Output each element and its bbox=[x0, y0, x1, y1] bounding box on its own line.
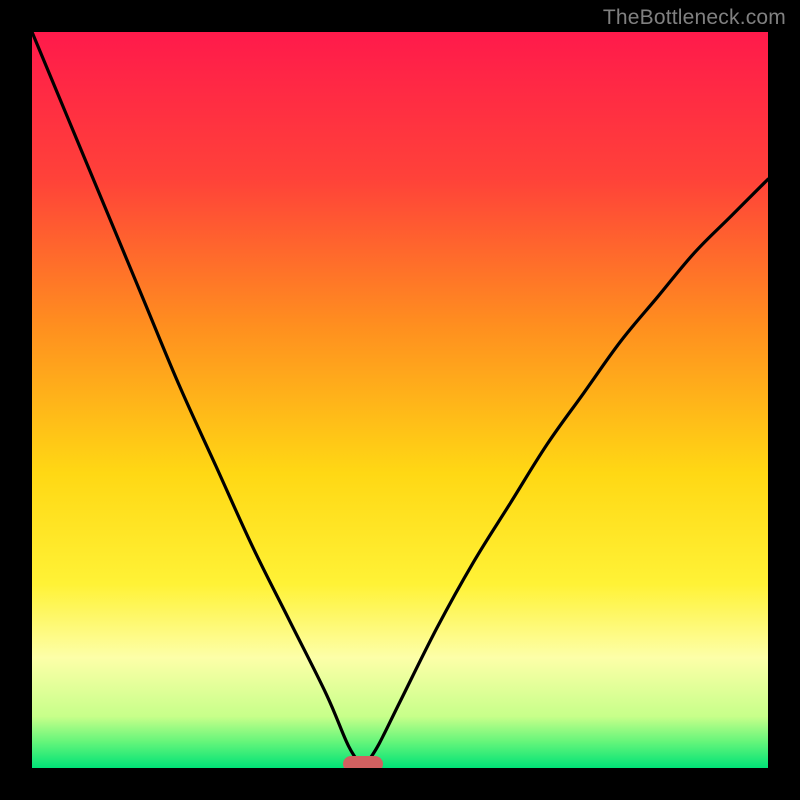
optimal-marker bbox=[343, 756, 383, 768]
watermark-text: TheBottleneck.com bbox=[603, 6, 786, 30]
chart-frame: TheBottleneck.com bbox=[0, 0, 800, 800]
background-gradient bbox=[32, 32, 768, 768]
plot-area bbox=[32, 32, 768, 768]
